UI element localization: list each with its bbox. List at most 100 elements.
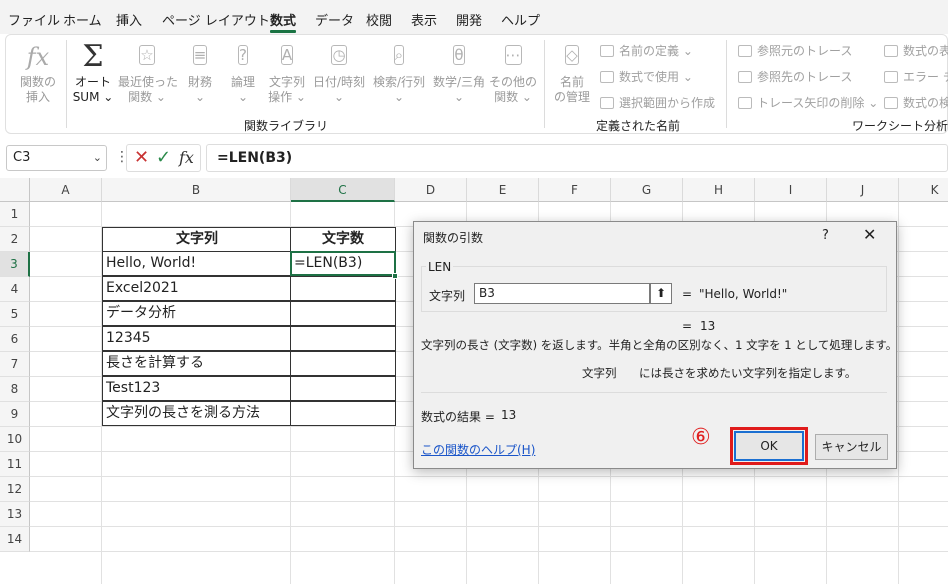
table-header-text[interactable]: 文字列 xyxy=(102,227,292,252)
tab-file[interactable]: ファイル xyxy=(8,10,60,29)
text-functions-button[interactable]: A 文字列 操作 ⌄ xyxy=(266,42,308,105)
active-cell-c3[interactable]: =LEN(B3) xyxy=(290,251,396,276)
table-cell[interactable] xyxy=(290,301,396,326)
column-header-k[interactable]: K xyxy=(899,178,948,202)
row-header[interactable]: 7 xyxy=(0,352,30,377)
column-header-c[interactable]: C xyxy=(291,178,395,202)
datetime-button[interactable]: ◷ 日付/時刻 ⌄ xyxy=(310,42,368,105)
table-header-length[interactable]: 文字数 xyxy=(290,227,396,252)
evaluate-formula-button[interactable]: 数式の検 xyxy=(884,94,948,111)
formula-input[interactable]: =LEN(B3) xyxy=(206,144,948,172)
trace-dependents-icon xyxy=(738,71,752,83)
row-header[interactable]: 1 xyxy=(0,202,30,227)
column-header-a[interactable]: A xyxy=(30,178,102,202)
cancel-button[interactable]: キャンセル xyxy=(815,434,888,460)
tab-help[interactable]: ヘルプ xyxy=(501,10,540,29)
use-in-formula-button[interactable]: 数式で使用 ⌄ xyxy=(600,68,693,85)
sigma-icon: Σ xyxy=(82,39,104,74)
function-help-link[interactable]: この関数のヘルプ(H) xyxy=(421,441,535,458)
argument-input[interactable]: B3 xyxy=(474,283,650,304)
column-header-e[interactable]: E xyxy=(467,178,539,202)
gridline xyxy=(898,202,899,584)
tag-icon: ◇ xyxy=(565,45,579,65)
tab-developer[interactable]: 開発 xyxy=(456,10,482,29)
define-name-button[interactable]: 名前の定義 ⌄ xyxy=(600,42,693,59)
autosum-button[interactable]: Σ オート SUM ⌄ xyxy=(72,42,114,105)
row-header[interactable]: 2 xyxy=(0,227,30,252)
row-header[interactable]: 4 xyxy=(0,277,30,302)
tab-page-layout[interactable]: ページ レイアウト xyxy=(162,10,270,29)
row-header[interactable]: 12 xyxy=(0,477,30,502)
table-cell[interactable]: 長さを計算する xyxy=(102,351,292,376)
confirm-entry-icon[interactable]: ✓ xyxy=(156,147,171,168)
table-cell[interactable] xyxy=(290,376,396,401)
gridline xyxy=(30,501,948,502)
ribbon-separator xyxy=(544,40,545,128)
column-header-d[interactable]: D xyxy=(395,178,467,202)
grid-small-icon xyxy=(600,97,614,109)
row-header[interactable]: 11 xyxy=(0,452,30,477)
recent-functions-button[interactable]: ☆ 最近使った 関数 ⌄ xyxy=(118,42,178,105)
table-cell[interactable] xyxy=(290,326,396,351)
row-header[interactable]: 10 xyxy=(0,427,30,452)
remove-arrows-button[interactable]: トレース矢印の削除 ⌄ xyxy=(738,94,878,111)
tag-small-icon xyxy=(600,45,614,57)
row-header[interactable]: 3 xyxy=(0,252,30,277)
table-cell[interactable] xyxy=(290,276,396,301)
help-icon[interactable]: ? xyxy=(822,228,829,243)
insert-function-button[interactable]: fx 関数の 挿入 xyxy=(19,42,57,105)
column-header-j[interactable]: J xyxy=(827,178,899,202)
column-header-g[interactable]: G xyxy=(611,178,683,202)
collapse-reference-icon[interactable]: ⬆ xyxy=(650,283,672,304)
chevron-down-icon[interactable]: ⌄ xyxy=(93,146,102,170)
column-header-i[interactable]: I xyxy=(755,178,827,202)
column-header-h[interactable]: H xyxy=(683,178,755,202)
row-header[interactable]: 5 xyxy=(0,302,30,327)
table-cell[interactable]: Test123 xyxy=(102,376,292,401)
table-cell[interactable] xyxy=(290,351,396,376)
logical-button[interactable]: ? 論理 ⌄ xyxy=(226,42,260,105)
dialog-title: 関数の引数 xyxy=(423,231,484,245)
table-cell[interactable]: 文字列の長さを測る方法 xyxy=(102,401,292,426)
fill-handle[interactable] xyxy=(392,273,398,279)
error-checking-button[interactable]: エラー チェ xyxy=(884,68,948,85)
tab-insert[interactable]: 挿入 xyxy=(116,10,142,29)
row-header[interactable]: 6 xyxy=(0,327,30,352)
trace-precedents-icon xyxy=(738,45,752,57)
magnifier-icon: ⌕ xyxy=(393,45,405,65)
tab-data[interactable]: データ xyxy=(315,10,354,29)
tab-view[interactable]: 表示 xyxy=(411,10,437,29)
table-cell[interactable]: 12345 xyxy=(102,326,292,351)
trace-dependents-button[interactable]: 参照先のトレース xyxy=(738,68,852,85)
table-cell[interactable] xyxy=(290,401,396,426)
table-cell[interactable]: Hello, World! xyxy=(102,251,292,276)
name-box[interactable]: C3 ⌄ xyxy=(6,145,107,171)
column-header-b[interactable]: B xyxy=(102,178,291,202)
close-icon[interactable]: ✕ xyxy=(863,225,876,244)
cancel-entry-icon[interactable]: ✕ xyxy=(134,147,149,168)
row-header[interactable]: 9 xyxy=(0,402,30,427)
name-manager-button[interactable]: ◇ 名前 の管理 xyxy=(552,42,592,105)
tab-formulas[interactable]: 数式 xyxy=(270,10,296,29)
financial-button[interactable]: ≡ 財務 ⌄ xyxy=(182,42,218,105)
row-header[interactable]: 13 xyxy=(0,502,30,527)
insert-function-icon[interactable]: fx xyxy=(179,148,194,167)
row-header[interactable]: 8 xyxy=(0,377,30,402)
row-header[interactable]: 14 xyxy=(0,527,30,552)
lookup-button[interactable]: ⌕ 検索/行列 ⌄ xyxy=(370,42,428,105)
create-from-selection-button[interactable]: 選択範囲から作成 xyxy=(600,94,715,111)
trace-precedents-button[interactable]: 参照元のトレース xyxy=(738,42,852,59)
tab-home[interactable]: ホーム xyxy=(63,10,102,29)
table-cell[interactable]: データ分析 xyxy=(102,301,292,326)
select-all-corner[interactable] xyxy=(0,178,30,202)
text-a-icon: A xyxy=(280,45,294,65)
table-cell[interactable]: Excel2021 xyxy=(102,276,292,301)
more-functions-button[interactable]: ⋯ その他の 関数 ⌄ xyxy=(488,42,538,105)
tab-review[interactable]: 校閲 xyxy=(366,10,392,29)
column-header-f[interactable]: F xyxy=(539,178,611,202)
show-formulas-button[interactable]: 数式の表 xyxy=(884,42,948,59)
result-preview: 13 xyxy=(700,319,716,333)
warning-icon xyxy=(884,71,898,83)
math-trig-button[interactable]: θ 数学/三角 ⌄ xyxy=(430,42,488,105)
ok-button[interactable]: OK xyxy=(734,431,804,461)
